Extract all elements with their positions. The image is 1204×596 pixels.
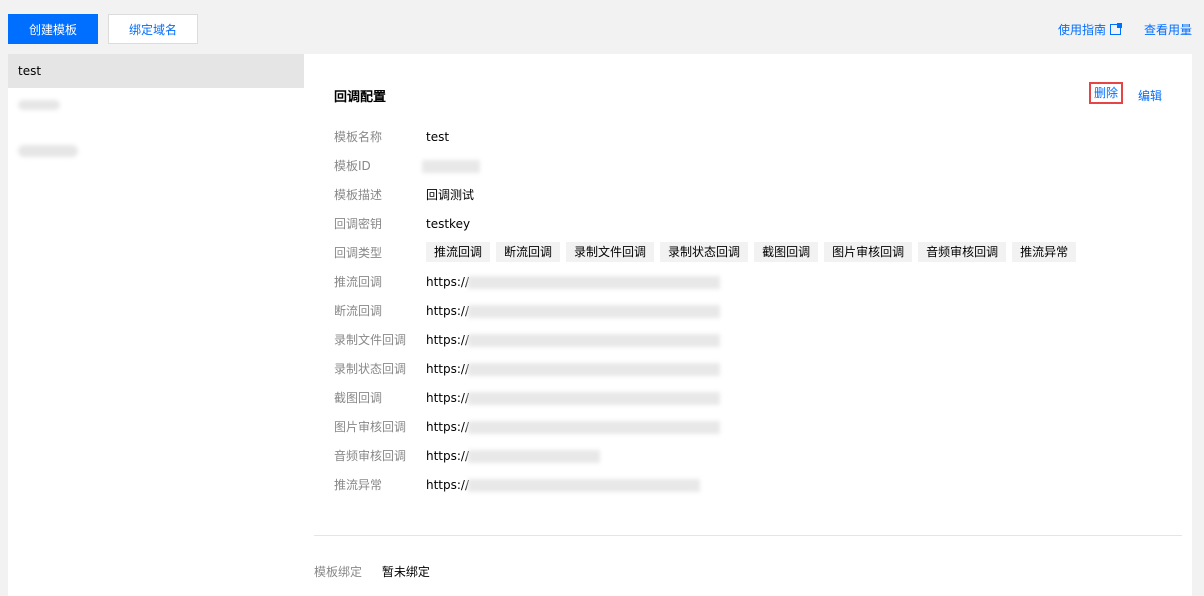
redacted-url bbox=[468, 392, 720, 405]
url-label: 推流回调 bbox=[334, 275, 383, 289]
url-value: https:// bbox=[426, 478, 470, 492]
top-toolbar: 创建模板 绑定域名 使用指南 查看用量 bbox=[0, 0, 1204, 54]
redacted-template-name bbox=[18, 100, 60, 110]
redacted-url bbox=[468, 479, 700, 492]
redacted-url bbox=[468, 334, 720, 347]
redacted-url bbox=[468, 450, 600, 463]
callback-type-tag: 推流异常 bbox=[1012, 242, 1077, 262]
usage-guide-link[interactable]: 使用指南 bbox=[1058, 21, 1123, 38]
callback-type-tag: 录制状态回调 bbox=[660, 242, 749, 262]
binding-label: 模板绑定 bbox=[314, 565, 363, 579]
url-value: https:// bbox=[426, 304, 470, 318]
callback-type-tags: 推流回调 断流回调 录制文件回调 录制状态回调 截图回调 图片审核回调 音频审核… bbox=[426, 242, 1077, 262]
template-list-item[interactable] bbox=[8, 100, 304, 134]
callback-type-tag: 截图回调 bbox=[754, 242, 819, 262]
template-detail: 回调配置 删除 编辑 模板名称 test 模板ID 模板描述 回调测试 回调密钥… bbox=[304, 54, 1192, 596]
url-value: https:// bbox=[426, 449, 470, 463]
url-label: 音频审核回调 bbox=[334, 449, 407, 463]
url-label: 录制状态回调 bbox=[334, 362, 407, 376]
url-value: https:// bbox=[426, 362, 470, 376]
url-label: 录制文件回调 bbox=[334, 333, 407, 347]
url-value: https:// bbox=[426, 420, 470, 434]
redacted-url bbox=[468, 421, 720, 434]
template-list-item[interactable] bbox=[8, 145, 304, 179]
usage-guide-label: 使用指南 bbox=[1058, 23, 1107, 37]
callback-type-tag: 图片审核回调 bbox=[824, 242, 913, 262]
field-label: 模板描述 bbox=[334, 188, 383, 202]
field-value: 回调测试 bbox=[426, 188, 475, 202]
external-link-icon bbox=[1110, 23, 1123, 35]
field-label: 回调密钥 bbox=[334, 217, 383, 231]
section-title: 回调配置 bbox=[334, 90, 387, 105]
divider bbox=[314, 535, 1182, 536]
create-template-button[interactable]: 创建模板 bbox=[8, 14, 98, 44]
binding-value: 暂未绑定 bbox=[381, 565, 430, 579]
url-label: 断流回调 bbox=[334, 304, 383, 318]
field-label: 模板名称 bbox=[334, 130, 383, 144]
url-value: https:// bbox=[426, 391, 470, 405]
edit-button[interactable]: 编辑 bbox=[1138, 87, 1162, 104]
binding-row: 模板绑定 暂未绑定 bbox=[314, 562, 430, 582]
redacted-template-name bbox=[18, 145, 78, 157]
delete-button[interactable]: 删除 bbox=[1089, 82, 1123, 104]
callback-type-tag: 推流回调 bbox=[426, 242, 491, 262]
bind-domain-button[interactable]: 绑定域名 bbox=[108, 14, 198, 44]
url-value: https:// bbox=[426, 333, 470, 347]
callback-type-tag: 音频审核回调 bbox=[918, 242, 1007, 262]
template-list-item[interactable]: test bbox=[8, 54, 304, 88]
template-list: test bbox=[8, 54, 305, 596]
redacted-url bbox=[468, 363, 720, 376]
field-label: 回调类型 bbox=[334, 246, 383, 260]
url-label: 图片审核回调 bbox=[334, 420, 407, 434]
field-value: testkey bbox=[426, 217, 471, 231]
field-label: 模板ID bbox=[334, 159, 371, 173]
redacted-value bbox=[422, 160, 480, 173]
url-label: 截图回调 bbox=[334, 391, 383, 405]
url-label: 推流异常 bbox=[334, 478, 383, 492]
url-value: https:// bbox=[426, 275, 470, 289]
redacted-url bbox=[468, 305, 720, 318]
callback-type-tag: 录制文件回调 bbox=[566, 242, 655, 262]
redacted-url bbox=[468, 276, 720, 289]
view-usage-link[interactable]: 查看用量 bbox=[1144, 21, 1192, 38]
callback-type-tag: 断流回调 bbox=[496, 242, 561, 262]
field-value: test bbox=[426, 130, 450, 144]
